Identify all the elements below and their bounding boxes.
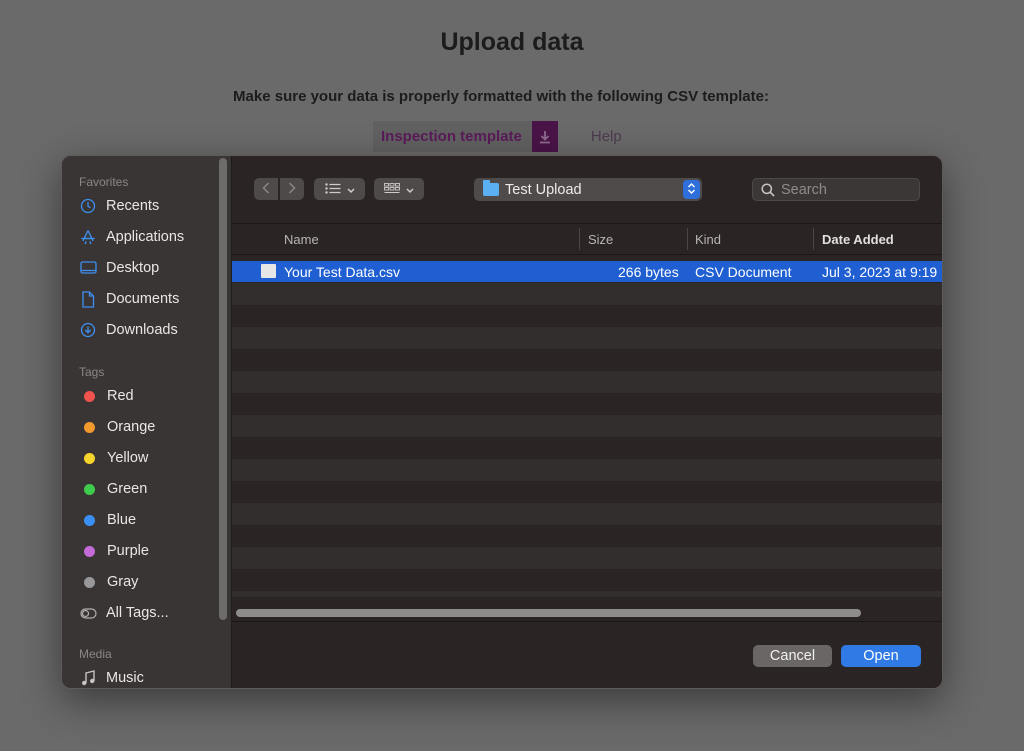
- column-header-row: Name Size Kind Date Added: [232, 224, 942, 255]
- sidebar-scrollbar[interactable]: [219, 158, 227, 620]
- sidebar-tag-red[interactable]: Red: [79, 384, 214, 408]
- sidebar-item-label: Orange: [107, 419, 156, 435]
- column-header-kind[interactable]: Kind: [695, 232, 721, 247]
- list-view-icon: [324, 182, 341, 197]
- file-date-added: Jul 3, 2023 at 9:19: [822, 264, 938, 280]
- table-row[interactable]: Your Test Data.csv 266 bytes CSV Documen…: [232, 261, 942, 282]
- sidebar-item-label: Recents: [106, 198, 160, 214]
- sidebar-tag-yellow[interactable]: Yellow: [79, 446, 214, 470]
- column-header-size[interactable]: Size: [588, 232, 613, 247]
- sidebar-item-label: All Tags...: [106, 605, 169, 621]
- sidebar-all-tags[interactable]: All Tags...: [79, 601, 214, 625]
- music-note-icon: [79, 669, 97, 687]
- sidebar-tag-purple[interactable]: Purple: [79, 539, 214, 563]
- help-link[interactable]: Help: [591, 128, 622, 145]
- file-name: Your Test Data.csv: [284, 264, 400, 280]
- dialog-main: Test Upload Search Name Size Kind Date A…: [232, 156, 942, 688]
- sidebar-item-label: Green: [107, 481, 148, 497]
- cancel-button[interactable]: Cancel: [753, 645, 832, 667]
- gray-tag-dot-icon: [84, 576, 95, 588]
- list-view-button[interactable]: [314, 178, 365, 200]
- search-icon: [761, 182, 775, 197]
- column-divider[interactable]: [687, 228, 688, 250]
- download-icon: [79, 321, 97, 339]
- sidebar-item-label: Downloads: [106, 322, 178, 338]
- yellow-tag-dot-icon: [84, 452, 95, 464]
- download-icon[interactable]: [531, 121, 558, 152]
- column-header-date-added[interactable]: Date Added: [822, 232, 894, 247]
- horizontal-scrollbar[interactable]: [236, 609, 861, 617]
- sidebar-item-label: Red: [107, 388, 134, 404]
- gallery-view-button[interactable]: [374, 178, 424, 200]
- chevron-right-icon: [288, 181, 296, 197]
- desktop-icon: [79, 259, 97, 277]
- sidebar-item-label: Desktop: [106, 260, 160, 276]
- chevron-left-icon: [262, 181, 270, 197]
- forward-button[interactable]: [280, 178, 304, 200]
- chevron-down-icon: [406, 182, 414, 197]
- red-tag-dot-icon: [84, 390, 95, 402]
- updown-chevron-icon: [683, 180, 700, 199]
- sidebar-item-music[interactable]: Music: [79, 666, 214, 688]
- sidebar-tag-green[interactable]: Green: [79, 477, 214, 501]
- dialog-sidebar: Favorites Recents Applications Desktop D…: [62, 156, 232, 688]
- sidebar-item-label: Purple: [107, 543, 149, 559]
- grid-view-icon: [384, 182, 400, 197]
- sidebar-item-label: Yellow: [107, 450, 149, 466]
- file-kind: CSV Document: [695, 264, 792, 280]
- clock-icon: [79, 197, 97, 215]
- location-label: Test Upload: [505, 181, 582, 198]
- page-subtitle: Make sure your data is properly formatte…: [233, 88, 769, 105]
- inspection-template-button[interactable]: Inspection template: [373, 121, 558, 152]
- sidebar-item-downloads[interactable]: Downloads: [79, 318, 214, 342]
- sidebar-tag-gray[interactable]: Gray: [79, 570, 214, 594]
- file-open-dialog: Favorites Recents Applications Desktop D…: [61, 155, 943, 689]
- file-list: [232, 261, 942, 597]
- blue-tag-dot-icon: [84, 514, 95, 526]
- sidebar-item-recents[interactable]: Recents: [79, 194, 214, 218]
- csv-file-icon: [261, 264, 276, 278]
- folder-icon: [483, 180, 499, 196]
- location-popup[interactable]: Test Upload: [474, 178, 702, 201]
- column-divider[interactable]: [579, 228, 580, 250]
- open-button[interactable]: Open: [841, 645, 921, 667]
- page-title: Upload data: [440, 28, 584, 56]
- back-button[interactable]: [254, 178, 278, 200]
- inspection-template-label: Inspection template: [381, 128, 522, 145]
- sidebar-item-label: Music: [106, 670, 144, 686]
- applications-icon: [79, 228, 97, 246]
- column-divider[interactable]: [813, 228, 814, 250]
- sidebar-item-label: Gray: [107, 574, 139, 590]
- file-size: 266 bytes: [618, 264, 679, 280]
- document-icon: [79, 290, 97, 308]
- sidebar-tag-blue[interactable]: Blue: [79, 508, 214, 532]
- green-tag-dot-icon: [84, 483, 95, 495]
- column-header-name[interactable]: Name: [284, 232, 319, 247]
- sidebar-item-label: Applications: [106, 229, 185, 245]
- sidebar-tag-orange[interactable]: Orange: [79, 415, 214, 439]
- sidebar-item-applications[interactable]: Applications: [79, 225, 214, 249]
- tags-heading: Tags: [79, 365, 105, 379]
- orange-tag-dot-icon: [84, 421, 95, 433]
- purple-tag-dot-icon: [84, 545, 95, 557]
- dialog-toolbar: Test Upload Search: [232, 156, 942, 224]
- tag-toggle-icon: [79, 604, 97, 622]
- template-row: Inspection template Help: [373, 121, 622, 152]
- favorites-heading: Favorites: [79, 175, 129, 189]
- sidebar-item-label: Blue: [107, 512, 137, 528]
- sidebar-item-label: Documents: [106, 291, 180, 307]
- sidebar-item-desktop[interactable]: Desktop: [79, 256, 214, 280]
- dialog-footer: Cancel Open: [232, 621, 942, 688]
- sidebar-item-documents[interactable]: Documents: [79, 287, 214, 311]
- media-heading: Media: [79, 647, 112, 661]
- search-placeholder: Search: [781, 181, 827, 198]
- chevron-down-icon: [346, 182, 355, 197]
- search-field[interactable]: Search: [752, 178, 920, 201]
